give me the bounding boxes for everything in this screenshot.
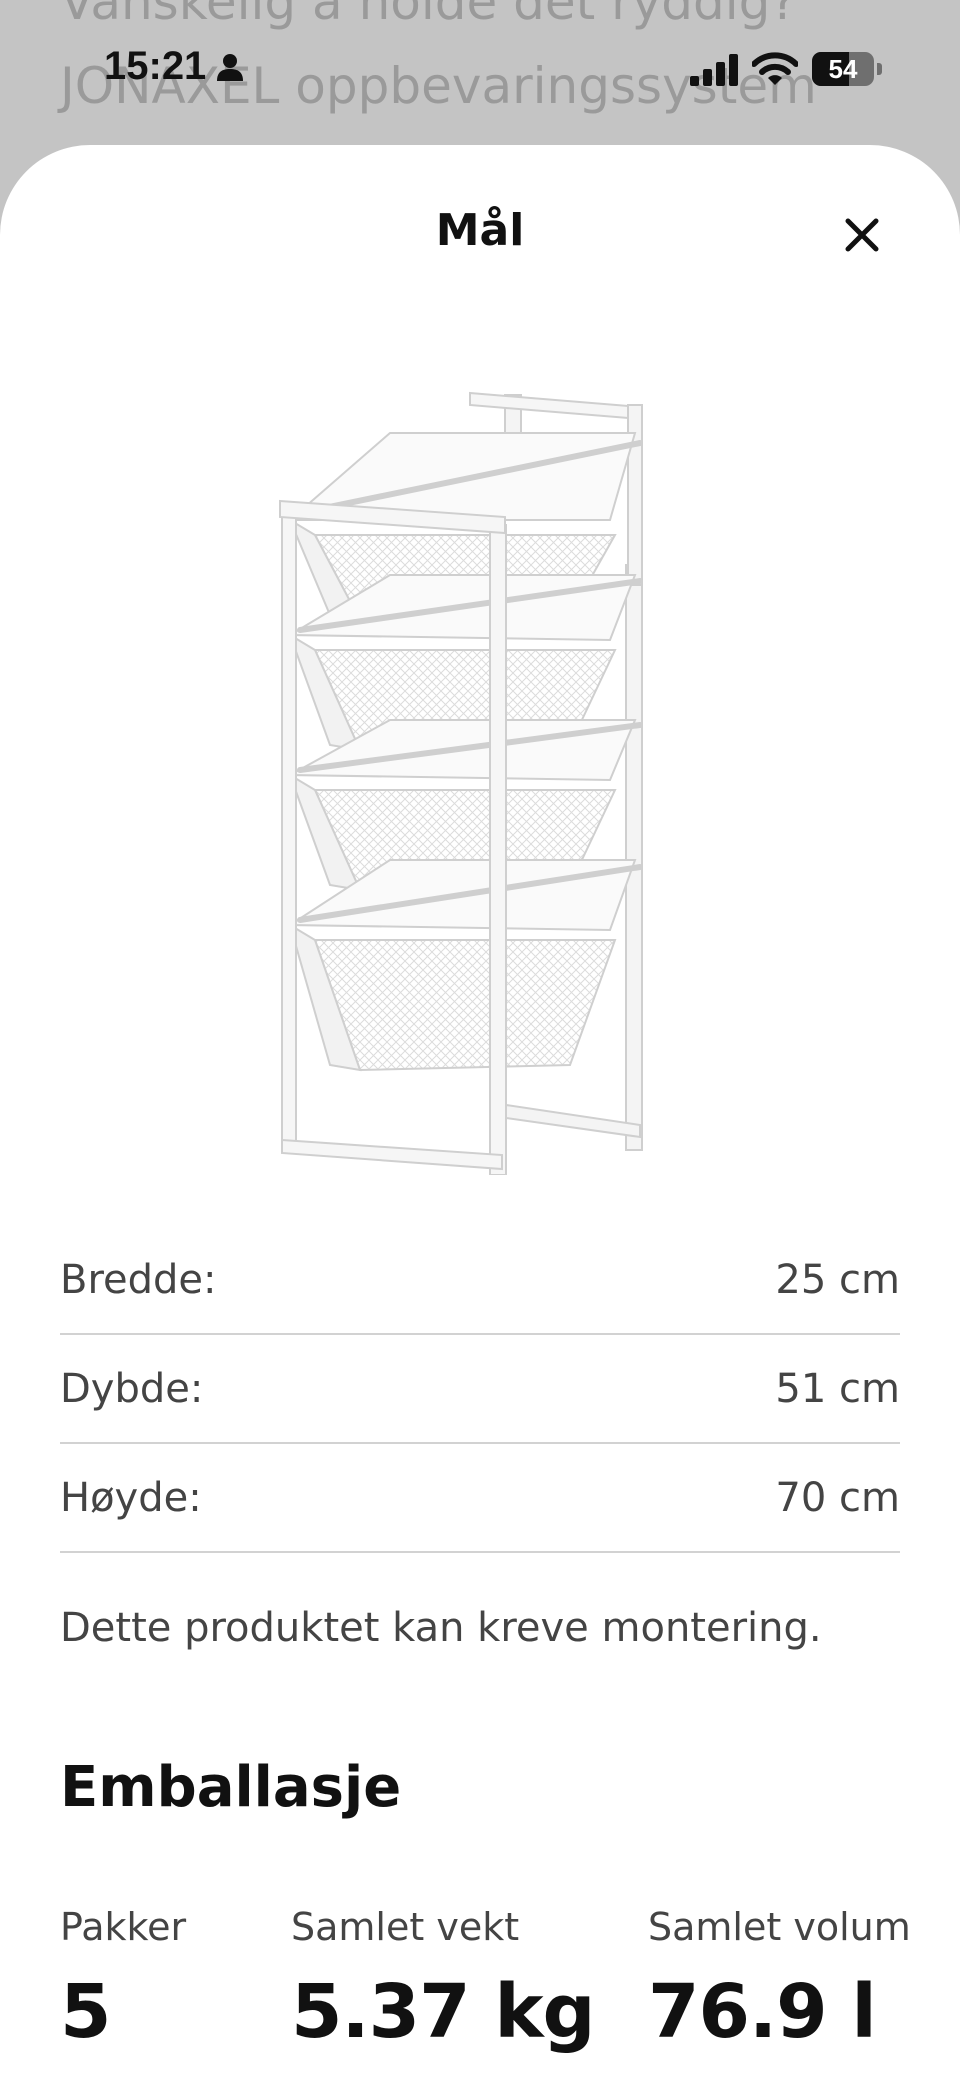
total-volume-value: 76.9 l	[648, 1969, 877, 2055]
dimensions-sheet: Mål Bredde: 25 cm Dybde: 51 cm Høyde: 70…	[0, 145, 960, 2081]
packages-label: Pakker	[60, 1905, 187, 1949]
total-weight-stat: Samlet vekt 5.37 kg	[291, 1905, 596, 2055]
dimension-value: 70 cm	[775, 1474, 900, 1521]
close-button[interactable]	[836, 209, 888, 261]
sheet-title: Mål	[435, 205, 525, 256]
dimension-label: Dybde:	[60, 1365, 204, 1412]
dimension-value: 51 cm	[775, 1365, 900, 1412]
total-weight-value: 5.37 kg	[291, 1969, 596, 2055]
packages-value: 5	[60, 1969, 112, 2055]
product-image	[279, 391, 643, 1175]
status-time: 15:21	[104, 44, 207, 88]
packages-stat: Pakker 5	[60, 1905, 186, 2055]
cellular-signal-icon	[690, 54, 738, 86]
person-icon	[217, 54, 243, 81]
dimension-label: Høyde:	[60, 1474, 202, 1521]
dimension-label: Bredde:	[60, 1256, 217, 1303]
packaging-title: Emballasje	[60, 1755, 402, 1820]
total-weight-label: Samlet vekt	[291, 1905, 520, 1949]
battery-level: 54	[828, 54, 858, 84]
close-icon	[845, 218, 879, 252]
battery-icon: 54	[812, 52, 874, 86]
dimension-row-width: Bredde: 25 cm	[60, 1226, 900, 1335]
wifi-icon	[752, 52, 798, 85]
status-bar: 15:21 54	[0, 0, 960, 140]
dimension-row-depth: Dybde: 51 cm	[60, 1335, 900, 1444]
dimension-value: 25 cm	[775, 1256, 900, 1303]
total-volume-stat: Samlet volum 76.9 l	[648, 1905, 911, 2055]
battery-cap	[877, 63, 882, 75]
total-volume-label: Samlet volum	[648, 1905, 911, 1949]
assembly-note: Dette produktet kan kreve montering.	[60, 1605, 822, 1651]
dimension-row-height: Høyde: 70 cm	[60, 1444, 900, 1553]
